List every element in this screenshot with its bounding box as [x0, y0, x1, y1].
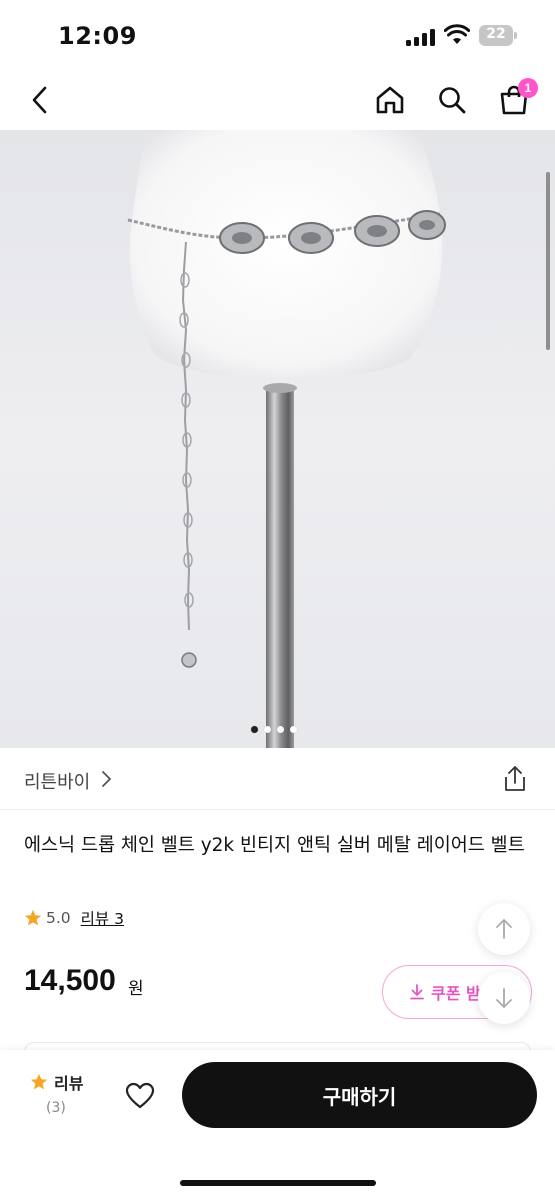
- price-value: 14,500: [24, 964, 116, 997]
- battery-level: 22: [486, 26, 506, 42]
- status-time: 12:09: [58, 22, 137, 50]
- chevron-right-icon: [102, 771, 112, 787]
- wifi-icon: [444, 24, 470, 44]
- home-button[interactable]: [370, 80, 410, 120]
- share-icon[interactable]: [500, 764, 530, 794]
- review-count-link[interactable]: 리뷰 3: [81, 907, 124, 929]
- search-icon: [439, 87, 466, 114]
- pagination-dot[interactable]: [251, 726, 258, 733]
- scroll-top-button[interactable]: [478, 903, 530, 955]
- pagination-dot[interactable]: [277, 726, 284, 733]
- buy-button[interactable]: 구매하기: [182, 1062, 537, 1128]
- star-icon: [24, 909, 42, 926]
- rating-row: 5.0 리뷰 3: [24, 906, 124, 930]
- cart-count-badge: 1: [518, 78, 538, 98]
- heart-icon: [125, 1082, 155, 1109]
- scrollbar[interactable]: [546, 172, 550, 350]
- shop-row[interactable]: 리튼바이: [0, 748, 555, 810]
- pagination-dot[interactable]: [290, 726, 297, 733]
- arrow-down-icon: [496, 988, 512, 1008]
- wishlist-button[interactable]: [118, 1074, 162, 1118]
- image-pagination[interactable]: [251, 726, 297, 734]
- top-nav: [0, 72, 555, 130]
- home-icon: [376, 86, 404, 114]
- arrow-up-icon: [496, 919, 512, 939]
- scroll-bottom-button[interactable]: [478, 972, 530, 1024]
- bottom-review-count: (3): [46, 1100, 66, 1116]
- star-icon: [30, 1073, 48, 1090]
- belt-photo-illustration: [127, 130, 446, 748]
- chevron-left-icon: [32, 86, 47, 114]
- price-unit: 원: [128, 979, 144, 999]
- bottom-review-label: 리뷰: [54, 1074, 84, 1093]
- cellular-signal-icon: [406, 28, 436, 46]
- home-indicator: [180, 1180, 376, 1186]
- download-icon: [410, 984, 424, 1000]
- back-button[interactable]: [20, 80, 60, 120]
- shop-name[interactable]: 리튼바이: [24, 768, 90, 794]
- status-bar: 12:09 22: [0, 0, 555, 72]
- coupon-label: 쿠폰 받: [431, 984, 481, 1003]
- product-title: 에스닉 드롭 체인 벨트 y2k 빈티지 앤틱 실버 메탈 레이어드 벨트: [24, 835, 525, 856]
- pagination-dot[interactable]: [264, 726, 271, 733]
- rating-score: 5.0: [46, 909, 71, 927]
- product-image[interactable]: [0, 130, 555, 748]
- bottom-review-button[interactable]: 리뷰: [30, 1070, 83, 1094]
- search-button[interactable]: [432, 80, 472, 120]
- battery-icon: 22: [479, 25, 517, 46]
